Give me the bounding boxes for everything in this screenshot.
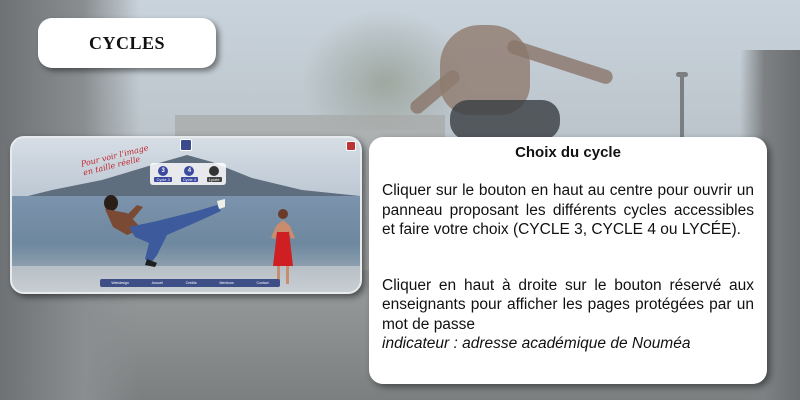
preview-woman-red-dress [271,209,295,284]
preview-kicking-man [104,195,225,267]
preview-cycle-4-label: Cycle 4 [180,177,199,182]
preview-cycle-menu-button [180,139,192,151]
instruction-teacher-access: Cliquer en haut à droite sur le bouton r… [382,276,754,333]
background-jumper-shorts [450,100,560,140]
instructions-panel: Choix du cycle Cliquer sur le bouton en … [369,137,767,384]
preview-lycee-label: Lycée [206,177,222,182]
site-preview-screenshot: Pour voir l'image en taille réelle 3 Cyc… [10,136,362,294]
preview-nav-item: Crédits [185,281,197,285]
preview-teacher-button [346,141,356,151]
preview-cycle-panel: 3 Cycle 3 4 Cycle 4 Lycée [150,163,226,185]
preview-cycle-lycee: Lycée [206,166,222,182]
panel-heading: Choix du cycle [515,144,621,161]
preview-cycle-3-icon: 3 [158,166,169,176]
preview-lycee-icon [209,166,220,176]
preview-bottom-nav: Webdesign Accueil Crédits Mentions Conta… [100,279,280,287]
password-hint: indicateur : adresse académique de Noumé… [382,335,691,352]
title-pill: CYCLES [38,18,216,68]
page-title: CYCLES [88,32,166,53]
background-lamp-head [676,72,688,77]
instruction-cycle-choice: Cliquer sur le bouton en haut au centre … [382,182,754,238]
preview-nav-item: Accueil [151,281,163,285]
preview-cycle-4: 4 Cycle 4 [180,166,199,182]
preview-nav-item: Webdesign [111,281,129,285]
background-lamp-post [680,75,684,145]
preview-cycle-4-icon: 4 [184,166,195,176]
preview-nav-item: Contact [256,281,269,285]
preview-cycle-3: 3 Cycle 3 [154,166,172,182]
preview-cycle-3-label: Cycle 3 [154,177,172,182]
preview-nav-item: Mentions [219,281,234,285]
